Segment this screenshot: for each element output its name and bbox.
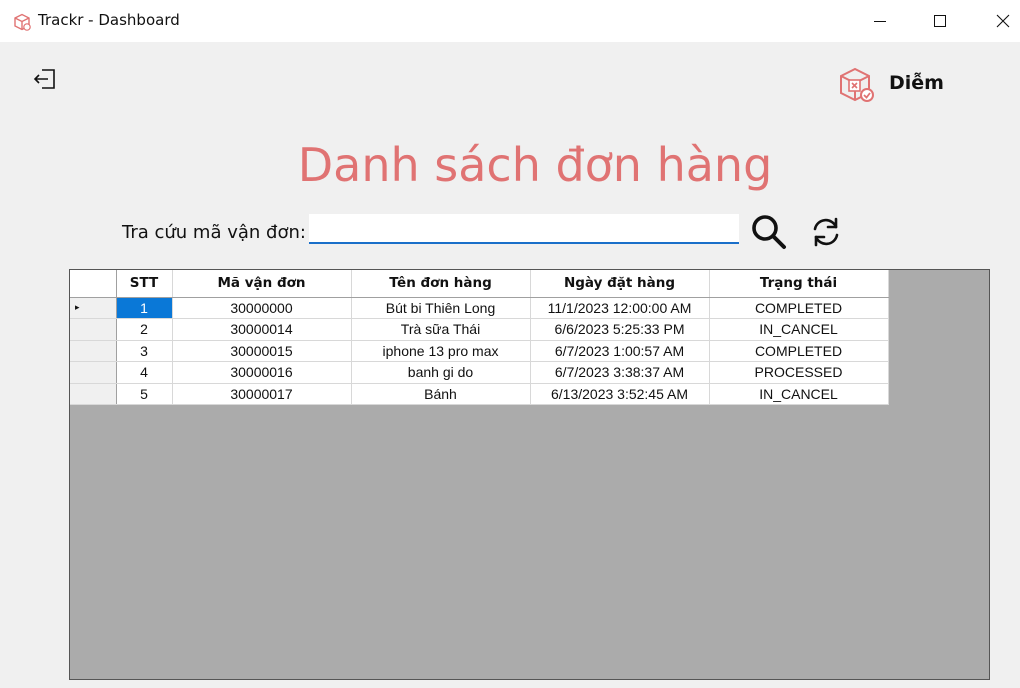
table-cell[interactable]: 3 bbox=[116, 340, 173, 362]
table-cell[interactable]: 30000016 bbox=[172, 361, 352, 384]
table-cell[interactable]: 2 bbox=[116, 318, 173, 341]
minimize-button[interactable] bbox=[857, 0, 903, 42]
app-logo-icon bbox=[14, 13, 31, 31]
close-icon bbox=[996, 14, 1010, 28]
column-header[interactable]: Trạng thái bbox=[709, 270, 889, 298]
table-cell[interactable]: iphone 13 pro max bbox=[351, 340, 531, 362]
table-cell[interactable]: 6/7/2023 3:38:37 AM bbox=[530, 361, 710, 384]
maximize-button[interactable] bbox=[917, 0, 963, 42]
logout-icon[interactable] bbox=[32, 66, 58, 92]
table-cell[interactable]: 30000015 bbox=[172, 340, 352, 362]
search-label: Tra cứu mã vận đơn: bbox=[122, 222, 306, 243]
user-name: Diễm bbox=[889, 72, 944, 94]
table-cell[interactable]: 30000000 bbox=[172, 297, 352, 319]
column-header[interactable]: Mã vận đơn bbox=[172, 270, 352, 298]
table-cell[interactable]: 30000017 bbox=[172, 383, 352, 405]
table-row[interactable]: ▸ 1 30000000 Bút bi Thiên Long 11/1/2023… bbox=[70, 297, 889, 319]
minimize-icon bbox=[874, 21, 886, 22]
close-button[interactable] bbox=[980, 0, 1020, 42]
row-header[interactable] bbox=[70, 318, 117, 341]
row-header[interactable] bbox=[70, 340, 117, 362]
table-row[interactable]: 2 30000014 Trà sữa Thái 6/6/2023 5:25:33… bbox=[70, 318, 889, 341]
maximize-icon bbox=[934, 15, 946, 27]
table-cell[interactable]: PROCESSED bbox=[709, 361, 889, 384]
table-cell[interactable]: Bút bi Thiên Long bbox=[351, 297, 531, 319]
table-cell[interactable]: 6/6/2023 5:25:33 PM bbox=[530, 318, 710, 341]
table-cell[interactable]: COMPLETED bbox=[709, 297, 889, 319]
title-bar: Trackr - Dashboard bbox=[0, 0, 1020, 42]
page-title: Danh sách đơn hàng bbox=[297, 138, 773, 192]
window-title: Trackr - Dashboard bbox=[38, 11, 180, 29]
table-cell[interactable]: Trà sữa Thái bbox=[351, 318, 531, 341]
row-header[interactable] bbox=[70, 361, 117, 384]
column-header[interactable]: STT bbox=[116, 270, 173, 298]
table-row[interactable]: 3 30000015 iphone 13 pro max 6/7/2023 1:… bbox=[70, 340, 889, 362]
table-cell[interactable]: IN_CANCEL bbox=[709, 383, 889, 405]
refresh-icon[interactable] bbox=[808, 214, 844, 250]
table-cell[interactable]: IN_CANCEL bbox=[709, 318, 889, 341]
search-icon[interactable] bbox=[749, 212, 789, 252]
table-cell[interactable]: 30000014 bbox=[172, 318, 352, 341]
table-cell[interactable]: banh gi do bbox=[351, 361, 531, 384]
current-row-arrow-icon: ▸ bbox=[75, 302, 80, 313]
row-header[interactable] bbox=[70, 383, 117, 405]
user-box-icon bbox=[840, 67, 874, 102]
table-cell[interactable]: 6/7/2023 1:00:57 AM bbox=[530, 340, 710, 362]
row-header[interactable]: ▸ bbox=[70, 297, 117, 319]
column-header[interactable]: Ngày đặt hàng bbox=[530, 270, 710, 298]
orders-table: STT Mã vận đơn Tên đơn hàng Ngày đặt hàn… bbox=[70, 270, 889, 405]
column-header[interactable]: Tên đơn hàng bbox=[351, 270, 531, 298]
orders-grid[interactable]: STT Mã vận đơn Tên đơn hàng Ngày đặt hàn… bbox=[69, 269, 990, 680]
dashboard-panel: Diễm Danh sách đơn hàng Tra cứu mã vận đ… bbox=[0, 42, 1020, 688]
row-header-corner bbox=[70, 270, 117, 298]
table-row[interactable]: 5 30000017 Bánh 6/13/2023 3:52:45 AM IN_… bbox=[70, 383, 889, 405]
table-cell[interactable]: 6/13/2023 3:52:45 AM bbox=[530, 383, 710, 405]
table-cell[interactable]: 4 bbox=[116, 361, 173, 384]
table-cell[interactable]: 1 bbox=[116, 297, 173, 319]
table-cell[interactable]: 5 bbox=[116, 383, 173, 405]
table-cell[interactable]: 11/1/2023 12:00:00 AM bbox=[530, 297, 710, 319]
table-cell[interactable]: Bánh bbox=[351, 383, 531, 405]
table-header-row: STT Mã vận đơn Tên đơn hàng Ngày đặt hàn… bbox=[70, 270, 889, 298]
table-row[interactable]: 4 30000016 banh gi do 6/7/2023 3:38:37 A… bbox=[70, 361, 889, 384]
table-cell[interactable]: COMPLETED bbox=[709, 340, 889, 362]
search-input[interactable] bbox=[309, 214, 739, 244]
